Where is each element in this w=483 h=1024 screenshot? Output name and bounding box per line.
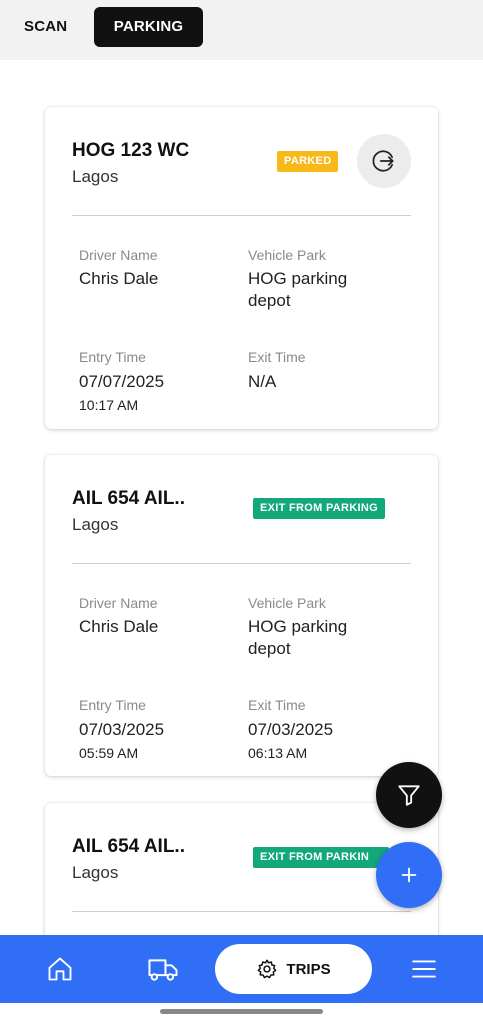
city: Lagos [72,515,119,534]
entry-time-value: 10:17 AM [79,397,139,413]
entry-time-label: Entry Time [79,349,146,365]
city: Lagos [72,167,119,186]
driver-name-value: Chris Dale [79,617,159,636]
entry-time-value: 05:59 AM [79,745,139,761]
vehicle-park-value-line2: depot [248,291,291,310]
exit-time-label: Exit Time [248,349,306,365]
tab-parking[interactable]: PARKING [94,7,203,47]
exit-time-label: Exit Time [248,697,306,713]
driver-name-value: Chris Dale [79,269,159,288]
city: Lagos [72,863,119,882]
menu-icon [412,960,436,978]
status-badge: PARKED [277,151,339,172]
entry-date-value: 07/07/2025 [79,372,165,391]
truck-icon [148,959,178,981]
vehicle-park-value-line1: HOG parking [248,617,348,636]
bottom-nav: TRIPS [0,935,483,1003]
nav-vehicles[interactable] [147,953,179,985]
plus-icon [401,867,417,883]
card-divider [72,215,411,216]
vehicle-park-label: Vehicle Park [248,247,326,263]
exit-date-value: N/A [248,372,277,391]
plate-number: HOG 123 WC [72,140,190,161]
entry-time-label: Entry Time [79,697,146,713]
plate-number: AIL 654 AIL.. [72,488,185,509]
nav-menu[interactable] [408,953,440,985]
driver-name-label: Driver Name [79,595,158,611]
filter-icon [398,785,420,806]
top-tab-bar: SCAN PARKING [0,0,483,60]
entry-date-value: 07/03/2025 [79,720,165,739]
exit-parking-button[interactable] [357,134,411,188]
nav-home[interactable] [44,953,76,985]
vehicle-park-label: Vehicle Park [248,595,326,611]
exit-icon [372,150,394,172]
parking-card[interactable]: AIL 654 AIL.. Lagos EXIT FROM PARKING Dr… [45,455,438,776]
trips-label: TRIPS [286,960,331,978]
status-badge: EXIT FROM PARKING [253,498,385,519]
parking-card[interactable]: HOG 123 WC Lagos PARKED Driver Name Chri… [45,107,438,429]
add-button[interactable] [376,842,442,908]
home-icon [48,957,72,981]
vehicle-park-value-line1: HOG parking [248,269,348,288]
nav-trips[interactable]: TRIPS [215,944,372,994]
exit-time-value: 06:13 AM [248,745,308,761]
gear-icon [257,959,277,979]
vehicle-park-value-line2: depot [248,639,291,658]
driver-name-label: Driver Name [79,247,158,263]
card-divider [72,563,411,564]
plate-number: AIL 654 AIL.. [72,836,185,857]
home-indicator[interactable] [160,1009,323,1014]
exit-date-value: 07/03/2025 [248,720,334,739]
status-badge: EXIT FROM PARKIN [253,847,389,868]
card-divider [72,911,411,912]
tab-scan[interactable]: SCAN [24,7,67,47]
filter-button[interactable] [376,762,442,828]
